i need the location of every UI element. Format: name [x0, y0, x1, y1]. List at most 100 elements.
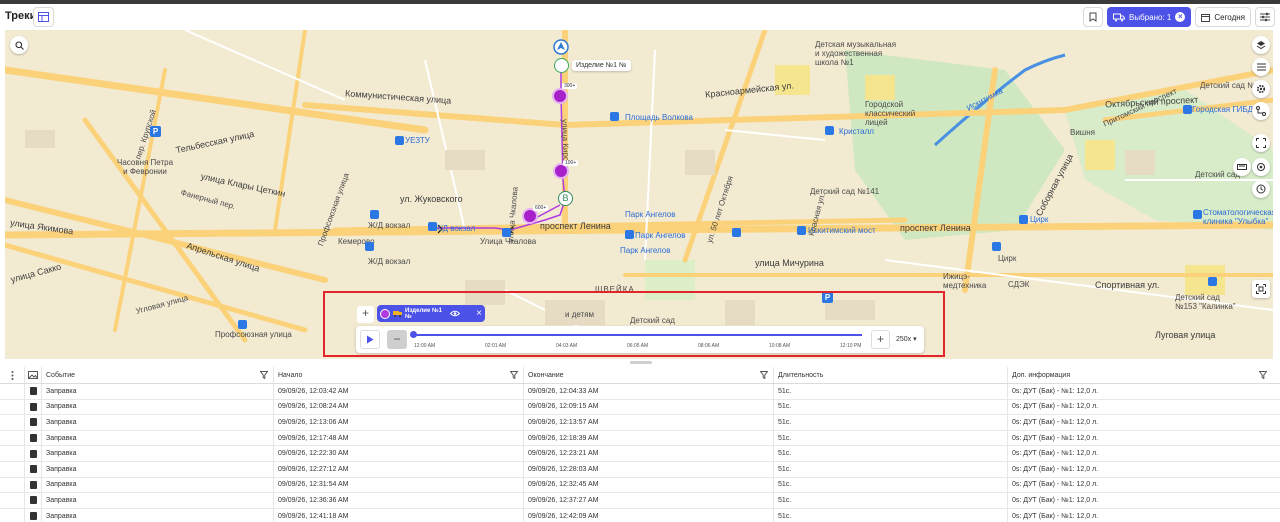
- selected-objects-button[interactable]: Выбрано: 1 ×: [1107, 7, 1192, 27]
- bus-stop-icon: [1183, 105, 1192, 114]
- duration-cell: 51с.: [774, 384, 1008, 399]
- filter-icon[interactable]: [260, 371, 268, 379]
- row-select-cell[interactable]: [0, 430, 25, 446]
- event-cell: Заправка: [42, 446, 274, 461]
- clear-selection-icon[interactable]: ×: [1175, 12, 1186, 22]
- table-view-button[interactable]: [33, 7, 54, 27]
- start-cell: 09/09/26, 12:27:12 AM: [274, 461, 524, 477]
- info-cell: 0s: ДУТ (Бак) - №1: 12,0 л.: [1012, 418, 1099, 426]
- fullscreen-icon: [1256, 284, 1266, 294]
- fuel-pump-icon: [29, 402, 37, 411]
- poi-label: Парк Ангелов: [620, 246, 671, 255]
- column-header-start[interactable]: Начало: [274, 367, 524, 383]
- event-cell: Заправка: [42, 415, 274, 430]
- info-cell: 0s: ДУТ (Бак) - №1: 12,0 л.: [1012, 434, 1099, 442]
- layers-icon: [1256, 41, 1266, 50]
- fuel-icon-cell: [25, 461, 42, 477]
- bus-stop-icon: [732, 228, 741, 237]
- layers-button[interactable]: [1252, 36, 1270, 54]
- ruler-button[interactable]: [1233, 158, 1251, 176]
- end-cell: 09/09/26, 12:42:09 AM: [524, 508, 774, 522]
- fit-bounds-button[interactable]: [1252, 134, 1270, 152]
- poi-label: Стоматологическая клиника "Улыбка": [1203, 208, 1273, 226]
- end-cell: 09/09/26, 12:32:45 AM: [524, 477, 774, 493]
- table-row[interactable]: Заправка 09/09/26, 12:13:06 AM 09/09/26, 1…: [0, 415, 1280, 431]
- duration-cell: 51с.: [774, 415, 1008, 430]
- table-icon: [38, 12, 49, 22]
- bookmark-button[interactable]: [1083, 7, 1103, 27]
- duration-cell: 51с.: [774, 477, 1008, 493]
- poi-label: Ж/Д вокзал: [368, 221, 411, 230]
- column-menu-button[interactable]: [0, 367, 25, 383]
- row-select-cell[interactable]: [0, 477, 25, 493]
- route-button[interactable]: [1252, 102, 1270, 120]
- poi-label: Детский сад №141: [810, 187, 880, 196]
- my-location-button[interactable]: [1252, 158, 1270, 176]
- page-title: Треки: [5, 10, 37, 22]
- history-button[interactable]: [1252, 180, 1270, 198]
- row-select-cell[interactable]: [0, 399, 25, 415]
- column-header-duration[interactable]: Длительность: [774, 367, 1008, 383]
- column-header-label: Начало: [278, 371, 303, 379]
- image-column-header: [25, 367, 42, 383]
- row-select-cell[interactable]: [0, 493, 25, 508]
- column-header-event[interactable]: Событие: [42, 367, 274, 383]
- row-select-cell[interactable]: [0, 415, 25, 430]
- start-cell: 09/09/26, 12:22:30 AM: [274, 446, 524, 461]
- table-row[interactable]: Заправка 09/09/26, 12:03:42 AM 09/09/26, 1…: [0, 384, 1280, 400]
- end-point-marker[interactable]: B: [558, 191, 573, 206]
- event-flag-icon[interactable]: [552, 88, 568, 104]
- table-row[interactable]: Заправка 09/09/26, 12:27:12 AM 09/09/26, 1…: [0, 461, 1280, 478]
- table-row[interactable]: Заправка 09/09/26, 12:22:30 AM 09/09/26, 1…: [0, 446, 1280, 462]
- selected-count-label: Выбрано: 1: [1129, 12, 1172, 22]
- filter-settings-button[interactable]: [1255, 7, 1275, 27]
- fuel-pump-icon: [29, 496, 37, 505]
- fullscreen-button[interactable]: [1252, 280, 1270, 298]
- fuel-icon-cell: [25, 384, 42, 399]
- row-select-cell[interactable]: [0, 461, 25, 477]
- filter-icon[interactable]: [760, 371, 768, 379]
- row-select-cell[interactable]: [0, 384, 25, 399]
- focus-frame-icon: [1256, 138, 1266, 148]
- list-button[interactable]: [1252, 58, 1270, 76]
- poi-label: УЕЗТУ: [405, 136, 430, 145]
- column-header-end[interactable]: Окончание: [524, 367, 774, 383]
- bus-stop-icon: [502, 228, 511, 237]
- poi-label: Искитимский мост: [808, 226, 876, 235]
- map-settings-button[interactable]: [1252, 80, 1270, 98]
- date-range-button[interactable]: Сегодня: [1195, 7, 1251, 27]
- bus-stop-icon: [428, 222, 437, 231]
- panel-resize-handle[interactable]: [630, 361, 652, 364]
- events-table: Событие Начало Окончание Длительность До…: [0, 367, 1280, 522]
- table-row[interactable]: Заправка 09/09/26, 12:36:36 AM 09/09/26, 1…: [0, 493, 1280, 509]
- row-select-cell[interactable]: [0, 508, 25, 522]
- table-row[interactable]: Заправка 09/09/26, 12:31:54 AM 09/09/26, 1…: [0, 477, 1280, 494]
- poi-label: Ж/Д вокзал: [433, 224, 476, 233]
- image-icon: [28, 371, 38, 379]
- map-search-button[interactable]: [10, 36, 28, 54]
- row-select-cell[interactable]: [0, 446, 25, 461]
- event-flag-label: 100+: [563, 160, 579, 166]
- table-row[interactable]: Заправка 09/09/26, 12:17:48 AM 09/09/26, 1…: [0, 430, 1280, 447]
- fuel-icon-cell: [25, 493, 42, 508]
- column-header-label: Длительность: [778, 371, 824, 379]
- poi-label: Ж/Д вокзал: [368, 257, 411, 266]
- bus-stop-icon: [370, 210, 379, 219]
- column-header-info[interactable]: Доп. информация: [1008, 367, 1272, 383]
- fuel-pump-icon: [29, 387, 37, 396]
- highlight-box: [323, 291, 945, 357]
- table-row[interactable]: Заправка 09/09/26, 12:08:24 AM 09/09/26, 1…: [0, 399, 1280, 416]
- event-cell: Заправка: [42, 430, 274, 446]
- end-cell: 09/09/26, 12:04:33 AM: [524, 384, 774, 399]
- ruler-icon: [1237, 164, 1247, 170]
- end-cell: 09/09/26, 12:28:03 AM: [524, 461, 774, 477]
- start-cell: 09/09/26, 12:13:06 AM: [274, 415, 524, 430]
- filter-icon[interactable]: [1259, 371, 1267, 379]
- poi-label: Парк Ангелов: [635, 231, 686, 240]
- filter-icon[interactable]: [510, 371, 518, 379]
- street-label: проспект Ленина: [900, 223, 971, 233]
- vehicle-marker-icon[interactable]: [554, 58, 569, 73]
- table-row[interactable]: Заправка 09/09/26, 12:41:18 AM 09/09/26, 1…: [0, 508, 1280, 522]
- fuel-icon-cell: [25, 415, 42, 430]
- bus-stop-icon: [625, 230, 634, 239]
